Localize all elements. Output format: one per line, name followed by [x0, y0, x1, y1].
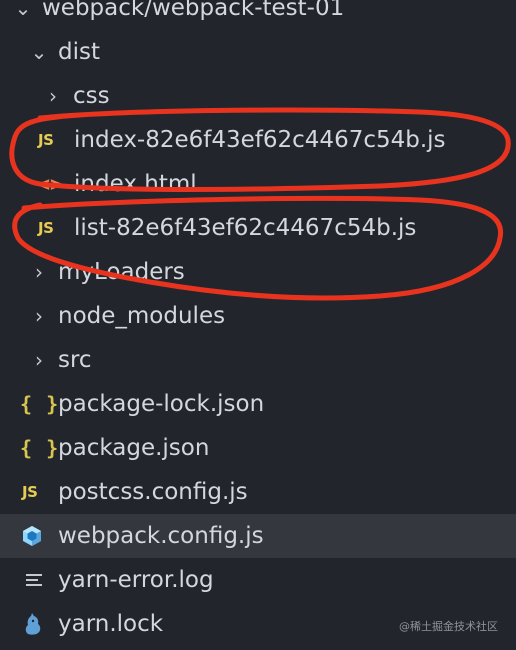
tree-item-myloaders[interactable]: › myLoaders [0, 250, 516, 294]
tree-item-node-modules[interactable]: › node_modules [0, 294, 516, 338]
tree-item-webpack-config-js[interactable]: webpack.config.js [0, 514, 516, 558]
tree-item-label: css [73, 83, 110, 109]
html-file-icon: <> [38, 172, 63, 196]
log-file-icon [24, 570, 54, 590]
tree-item-label: dist [58, 39, 100, 65]
tree-item-label: list-82e6f43ef62c4467c54b.js [74, 215, 417, 241]
tree-item-label: yarn-error.log [58, 567, 214, 593]
tree-item-package-lock-json[interactable]: { } package-lock.json [0, 382, 516, 426]
tree-item-label: index.html [74, 171, 197, 197]
chevron-down-icon: ⌄ [14, 0, 32, 20]
javascript-file-icon: JS [38, 131, 54, 149]
tree-item-label: src [58, 347, 92, 373]
javascript-file-icon: JS [38, 219, 54, 237]
tree-item-label: postcss.config.js [58, 479, 248, 505]
root-folder-label: webpack/webpack-test-01 [42, 0, 345, 21]
json-file-icon: { } [20, 392, 60, 416]
tree-item-yarn-error-log[interactable]: yarn-error.log [0, 558, 516, 602]
chevron-right-icon: › [35, 260, 43, 284]
yarn-cat-icon [22, 612, 52, 636]
tree-item-list-js[interactable]: JS list-82e6f43ef62c4467c54b.js [0, 206, 516, 250]
chevron-right-icon: › [35, 348, 43, 372]
json-file-icon: { } [20, 436, 60, 460]
tree-item-label: index-82e6f43ef62c4467c54b.js [74, 127, 446, 153]
tree-item-root-folder[interactable]: ⌄ webpack/webpack-test-01 [0, 0, 516, 30]
tree-item-label: webpack.config.js [58, 523, 264, 549]
tree-item-index-html[interactable]: <> index.html [0, 162, 516, 206]
chevron-down-icon: ⌄ [30, 40, 48, 64]
chevron-right-icon: › [35, 304, 43, 328]
tree-item-label: myLoaders [58, 259, 185, 285]
tree-item-package-json[interactable]: { } package.json [0, 426, 516, 470]
tree-item-src[interactable]: › src [0, 338, 516, 382]
tree-item-dist[interactable]: ⌄ dist [0, 30, 516, 74]
tree-item-index-js[interactable]: JS index-82e6f43ef62c4467c54b.js [0, 118, 516, 162]
tree-item-label: package-lock.json [58, 391, 265, 417]
tree-item-label: package.json [58, 435, 210, 461]
tree-item-label: node_modules [58, 303, 226, 329]
tree-item-css[interactable]: › css [0, 74, 516, 118]
tree-item-label: yarn.lock [58, 611, 164, 637]
file-explorer: ⌄ webpack/webpack-test-01 ⌄ dist › css J… [0, 0, 516, 650]
tree-item-postcss-config-js[interactable]: JS postcss.config.js [0, 470, 516, 514]
chevron-right-icon: › [49, 84, 57, 108]
javascript-file-icon: JS [22, 483, 38, 501]
watermark: @稀土掘金技术社区 [399, 620, 498, 633]
webpack-cube-icon [20, 524, 50, 548]
